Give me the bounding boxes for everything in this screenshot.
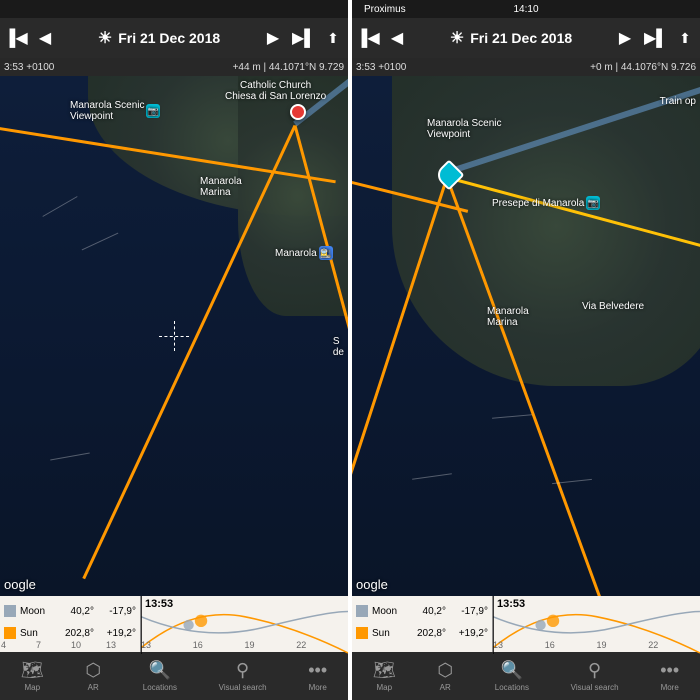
date-text: Fri 21 Dec 2018 [470,30,572,46]
google-attribution: oogle [4,577,36,592]
more-icon: ••• [660,660,679,681]
poi-church[interactable]: Catholic Church Chiesa di San Lorenzo [225,80,326,102]
google-attribution: oogle [356,577,388,592]
cube-icon: ⬡ [85,660,101,681]
share-icon[interactable]: ⬆ [322,30,344,47]
cube-icon: ⬡ [437,660,453,681]
date-bar: ▐◀ ◀ ☀ Fri 21 Dec 2018 ▶ ▶▌ ⬆ [352,18,700,58]
visual-search-icon: ⚲ [588,660,601,681]
poi-sd: S de [333,336,344,358]
crosshair-icon [159,321,189,351]
local-time: 3:53 +0100 [4,62,54,73]
info-bar: 3:53 +0100 +0 m | 44.1076°N 9.726 [352,58,700,76]
sun-swatch [4,627,16,639]
local-time: 3:53 +0100 [356,62,406,73]
tab-ar[interactable]: ⬡AR [437,660,453,692]
timeline-ticks: 13 16 19 22 [141,640,348,650]
moon-swatch [356,605,368,617]
tab-locations[interactable]: 🔍Locations [495,660,529,692]
tab-locations[interactable]: 🔍Locations [143,660,177,692]
next-icon[interactable]: ▶ [614,28,636,48]
bottom-nav: 🗺Map ⬡AR 🔍Locations ⚲Visual search •••Mo… [0,652,348,700]
moon-swatch [4,605,16,617]
status-bar [0,0,348,18]
tab-map[interactable]: 🗺Map [21,660,44,692]
tab-more[interactable]: •••More [308,660,327,692]
camera-icon: 📷 [586,196,600,210]
poi-belvedere[interactable]: Via Belvedere [582,301,644,312]
last-icon[interactable]: ▶▌ [292,28,314,48]
elevation: +0 m [590,62,613,73]
search-icon: 🔍 [149,660,171,681]
tab-more[interactable]: •••More [660,660,679,692]
red-pin[interactable] [290,104,306,120]
search-icon: 🔍 [501,660,523,681]
share-icon[interactable]: ⬆ [674,30,696,47]
ephemeris-panel: Moon 40,2° -17,9° Sun 202,8° +19,2° 13:5… [0,596,348,652]
sun-swatch [356,627,368,639]
poi-train[interactable]: Train op [660,96,696,107]
coordinates: 44.1076°N 9.726 [621,62,696,73]
ephemeris-timeline[interactable]: 13:53 13 16 19 22 4 7 10 [140,596,348,652]
moon-row: Moon 40,2° -17,9° [356,600,488,622]
ephemeris-table: Moon 40,2° -17,9° Sun 202,8° +19,2° [352,596,492,652]
map-icon: 🗺 [21,660,44,681]
tab-visual-search[interactable]: ⚲Visual search [571,660,619,692]
tab-ar[interactable]: ⬡AR [85,660,101,692]
poi-viewpoint[interactable]: Manarola Scenic Viewpoint📷 [70,100,160,122]
first-icon[interactable]: ▐◀ [4,28,26,48]
date-bar: ▐◀ ◀ ☀ Fri 21 Dec 2018 ▶ ▶▌ ⬆ [0,18,348,58]
timeline-ticks: 13 16 19 22 [493,640,700,650]
map-icon: 🗺 [373,660,396,681]
clock: 14:10 [513,4,538,15]
camera-icon: 📷 [146,104,160,118]
poi-marina[interactable]: Manarola Marina [200,176,242,198]
status-bar: Proximus 14:10 [352,0,700,18]
ephemeris-panel: Moon 40,2° -17,9° Sun 202,8° +19,2° 13:5… [352,596,700,652]
prev-icon[interactable]: ◀ [34,28,56,48]
carrier: Proximus [364,4,406,15]
elevation: +44 m [233,62,261,73]
sun-row: Sun 202,8° +19,2° [356,622,488,644]
poi-viewpoint[interactable]: Manarola Scenic Viewpoint [427,118,501,140]
coordinates: 44.1071°N 9.729 [269,62,344,73]
date-text: Fri 21 Dec 2018 [118,30,220,46]
poi-marina[interactable]: Manarola Marina [487,306,529,328]
poi-station[interactable]: Manarola🚉 [275,246,333,260]
tab-visual-search[interactable]: ⚲Visual search [219,660,267,692]
more-icon: ••• [308,660,327,681]
date-display[interactable]: ☀ Fri 21 Dec 2018 [98,28,220,48]
ephemeris-timeline[interactable]: 13:53 13 16 19 22 [492,596,700,652]
visual-search-icon: ⚲ [236,660,249,681]
info-bar: 3:53 +0100 +44 m | 44.1071°N 9.729 [0,58,348,76]
prev-icon[interactable]: ◀ [386,28,408,48]
date-display[interactable]: ☀ Fri 21 Dec 2018 [450,28,572,48]
sun-icon: ☀ [98,28,112,48]
bottom-nav: 🗺Map ⬡AR 🔍Locations ⚲Visual search •••Mo… [352,652,700,700]
moon-row: Moon 40,2° -17,9° [4,600,136,622]
map-area[interactable]: Manarola Scenic Viewpoint Presepe di Man… [352,76,700,596]
map-area[interactable]: Manarola Scenic Viewpoint📷 Catholic Chur… [0,76,348,596]
sun-icon: ☀ [450,28,464,48]
next-icon[interactable]: ▶ [262,28,284,48]
train-icon: 🚉 [319,246,333,260]
right-pane: Proximus 14:10 ▐◀ ◀ ☀ Fri 21 Dec 2018 ▶ … [352,0,700,700]
first-icon[interactable]: ▐◀ [356,28,378,48]
last-icon[interactable]: ▶▌ [644,28,666,48]
left-pane: ▐◀ ◀ ☀ Fri 21 Dec 2018 ▶ ▶▌ ⬆ 3:53 +0100… [0,0,348,700]
tab-map[interactable]: 🗺Map [373,660,396,692]
poi-presepe[interactable]: Presepe di Manarola📷 [492,196,600,210]
